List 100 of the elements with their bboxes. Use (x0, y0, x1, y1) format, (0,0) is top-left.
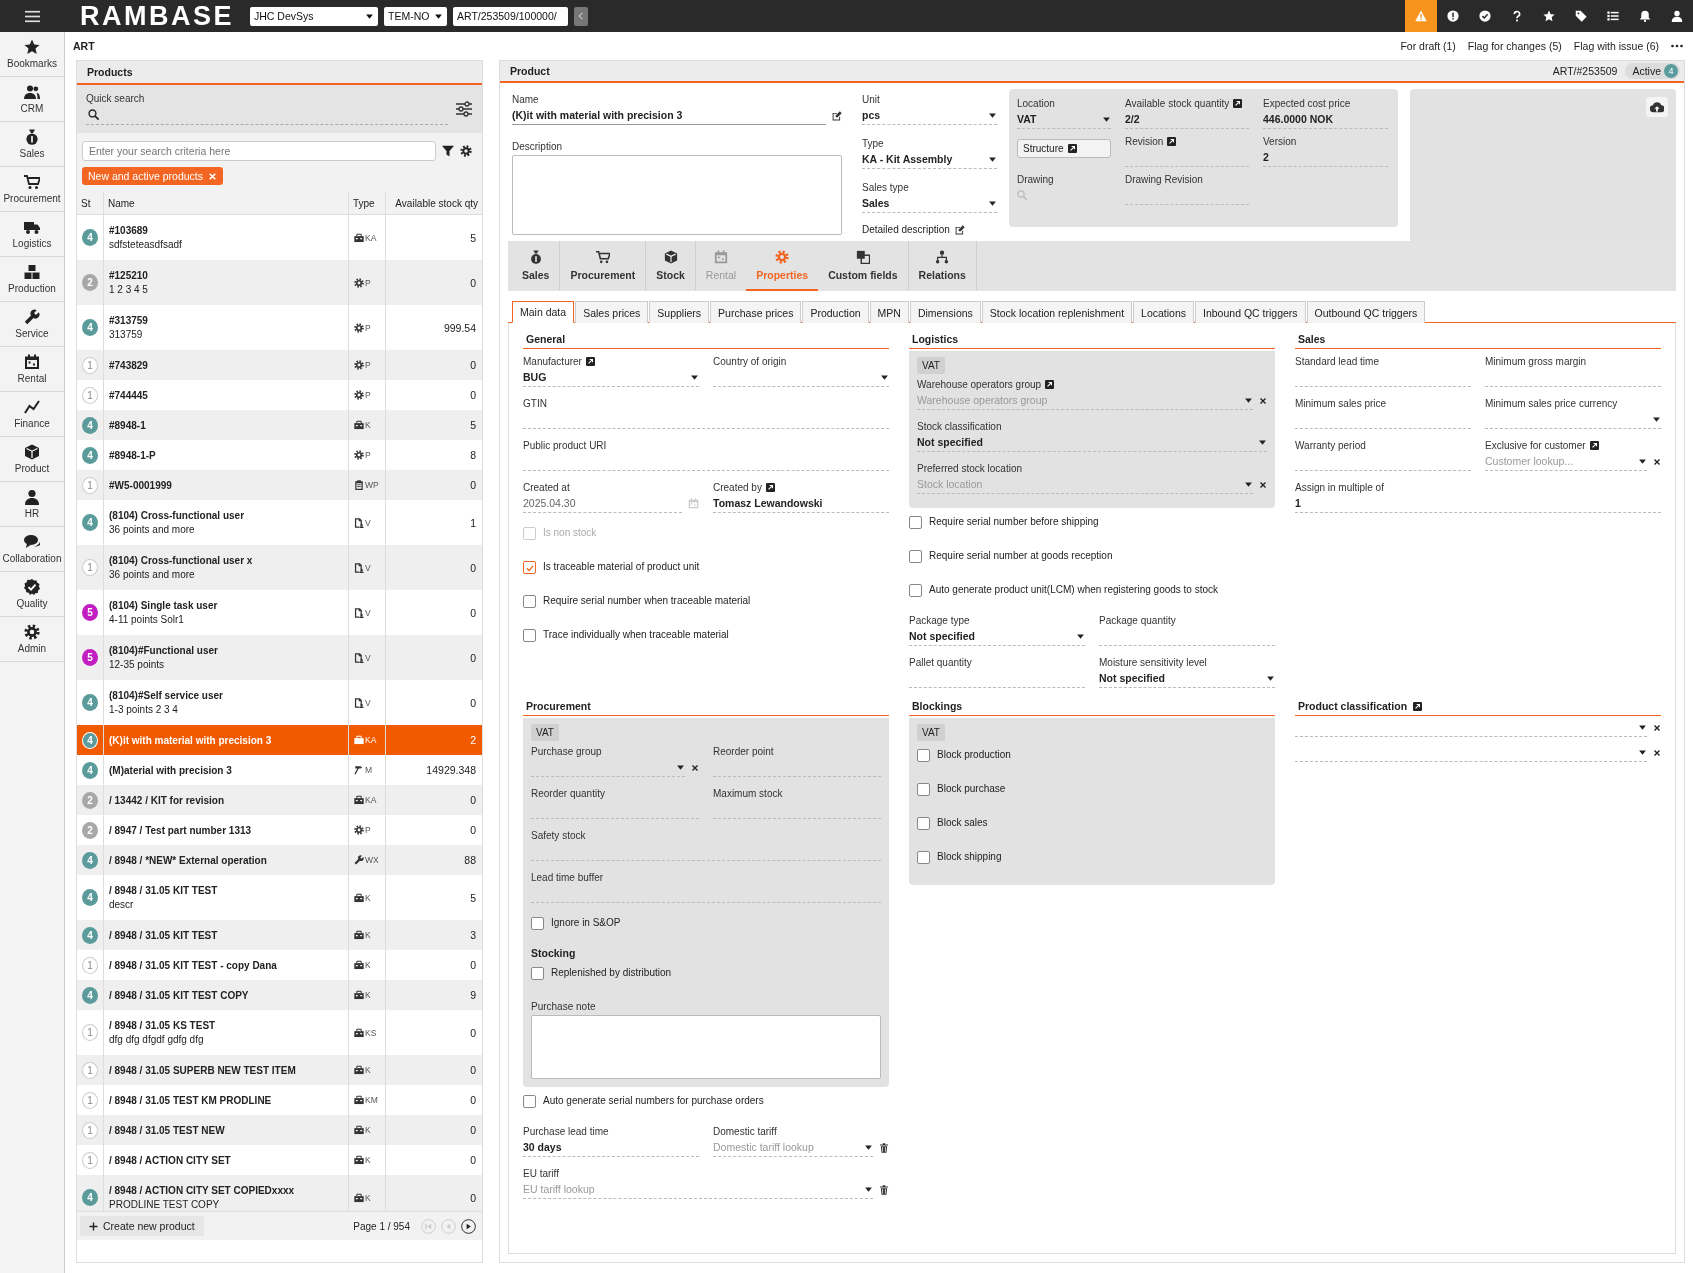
tab[interactable]: Main data (512, 301, 575, 323)
clear-button[interactable] (1653, 457, 1661, 466)
checkbox[interactable] (523, 1095, 536, 1108)
nav-item[interactable]: Production (0, 257, 64, 302)
checkbox[interactable] (917, 749, 930, 762)
column-header[interactable]: Available stock qty (386, 192, 482, 214)
clear-button[interactable] (691, 763, 699, 772)
select-field[interactable]: BUG (523, 368, 699, 387)
tab[interactable]: Inbound QC triggers (1195, 301, 1306, 323)
path-field[interactable]: ART/253509/100000/ (453, 6, 568, 26)
nav-item[interactable]: Logistics (0, 212, 64, 257)
table-row[interactable]: 1 / 8948 / 31.05 TEST NEW K 0 (77, 1115, 482, 1145)
text-field[interactable]: 2 (1263, 148, 1388, 167)
create-button[interactable]: Create new product (80, 1216, 204, 1236)
text-area[interactable] (531, 1015, 881, 1079)
table-row[interactable]: 1 #743829 P 0 (77, 350, 482, 380)
tab[interactable]: Locations (1133, 301, 1194, 323)
tab[interactable]: Dimensions (909, 301, 981, 323)
tab[interactable]: Purchase prices (710, 301, 802, 323)
select-field[interactable]: VAT (1017, 110, 1111, 129)
tab[interactable]: Sales prices (575, 301, 649, 323)
select-field[interactable]: Not specified (917, 433, 1267, 452)
search-field[interactable]: Enter your search criteria here (82, 141, 436, 161)
module-tab[interactable]: Procurement (560, 241, 647, 291)
tab[interactable]: Outbound QC triggers (1306, 301, 1426, 323)
table-row[interactable]: 4 / 8948 / 31.05 KIT TEST K 3 (77, 920, 482, 950)
edit-button[interactable] (832, 110, 842, 121)
nav-item[interactable]: Service (0, 302, 64, 347)
detailed-description-link[interactable]: Detailed description (862, 224, 950, 235)
tab[interactable]: Stock location replenishment (981, 301, 1133, 323)
table-row[interactable]: 4 / 8948 / *NEW* External operation WX 88 (77, 845, 482, 875)
text-field[interactable]: Tomasz Lewandowski (713, 494, 889, 513)
module-tab[interactable]: Custom fields (818, 241, 909, 291)
table-row[interactable]: 5 (8104)#Functional user 12-35 points V 0 (77, 635, 482, 680)
column-header[interactable]: Type (349, 192, 386, 214)
flag-link[interactable]: For draft (1) (1400, 40, 1456, 52)
table-row[interactable]: 2 / 13442 / KIT for revision KA 0 (77, 785, 482, 815)
checkbox[interactable] (917, 817, 930, 830)
text-field[interactable]: 30 days (523, 1138, 699, 1157)
description-field[interactable] (512, 155, 842, 235)
flag-link[interactable]: Flag with issue (6) (1573, 40, 1659, 52)
nav-item[interactable]: Finance (0, 392, 64, 437)
nav-item[interactable]: Collaboration (0, 527, 64, 572)
settings-button[interactable] (460, 145, 472, 157)
column-header[interactable]: Name (104, 192, 349, 214)
nav-item[interactable]: Bookmarks (0, 32, 64, 77)
nav-item[interactable]: CRM (0, 77, 64, 122)
company-select[interactable]: JHC DevSys (250, 6, 378, 26)
select-field[interactable]: Not specified (1099, 669, 1275, 688)
filter-button[interactable] (442, 145, 454, 157)
text-field[interactable]: (K)it with material with precision 3 (512, 106, 826, 125)
tab[interactable]: MPN (869, 301, 909, 323)
date-field[interactable]: 2025.04.30 (523, 494, 682, 513)
select-field[interactable]: Sales (862, 194, 997, 213)
module-tab[interactable]: Sales (512, 241, 561, 291)
clear-button[interactable] (1259, 396, 1267, 405)
nav-item[interactable]: Quality (0, 572, 64, 617)
delete-button[interactable] (879, 1142, 889, 1153)
clear-button[interactable] (1653, 748, 1661, 757)
delete-button[interactable] (879, 1184, 889, 1195)
clear-button[interactable] (1259, 480, 1267, 489)
checkbox[interactable] (909, 550, 922, 563)
checkbox[interactable] (909, 516, 922, 529)
module-tab[interactable]: Relations (908, 241, 977, 291)
pager-button[interactable] (461, 1218, 476, 1234)
text-field[interactable]: 2/2 (1125, 110, 1249, 129)
column-header[interactable]: St (77, 192, 104, 214)
checkbox[interactable] (917, 851, 930, 864)
checkbox[interactable] (909, 584, 922, 597)
select-field[interactable]: Not specified (909, 627, 1085, 646)
select-field[interactable]: pcs (862, 106, 997, 125)
table-row[interactable]: 4 / 8948 / 31.05 KIT TEST COPY K 9 (77, 980, 482, 1010)
nav-item[interactable]: Rental (0, 347, 64, 392)
upload-button[interactable] (1646, 97, 1668, 117)
checkbox[interactable] (523, 595, 536, 608)
checkbox[interactable] (531, 917, 544, 930)
checkbox[interactable] (523, 629, 536, 642)
clear-button[interactable] (1653, 723, 1661, 732)
checkbox[interactable] (531, 967, 544, 980)
nav-item[interactable]: Product (0, 437, 64, 482)
select-field[interactable]: KA - Kit Assembly (862, 150, 997, 169)
nav-item[interactable]: Procurement (0, 167, 64, 212)
region-select[interactable]: TEM-NO (384, 6, 447, 26)
back-button[interactable] (574, 6, 588, 26)
table-row[interactable]: 4 #8948-1 K 5 (77, 410, 482, 440)
table-row[interactable]: 2 #125210 1 2 3 4 5 P 0 (77, 260, 482, 305)
text-field[interactable]: 1 (1295, 494, 1661, 513)
nav-item[interactable]: Admin (0, 617, 64, 662)
tab[interactable]: Production (802, 301, 869, 323)
text-field[interactable]: 446.0000 NOK (1263, 110, 1388, 129)
table-row[interactable]: 4 / 8948 / ACTION CITY SET COPIEDxxxx PRODLINE TEST COPY K 0 (77, 1175, 482, 1211)
nav-item[interactable]: HR (0, 482, 64, 527)
settings-button[interactable] (456, 100, 472, 117)
table-row[interactable]: 1 (8104) Cross-functional user x 36 points and more V 0 (77, 545, 482, 590)
flag-link[interactable]: Flag for changes (5) (1467, 40, 1562, 52)
module-tab[interactable]: Stock (646, 241, 696, 291)
table-row[interactable]: 1 / 8948 / 31.05 SUPERB NEW TEST ITEM K 0 (77, 1055, 482, 1085)
tab[interactable]: Suppliers (649, 301, 710, 323)
table-row[interactable]: 1 #W5-0001999 WP 0 (77, 470, 482, 500)
checkbox[interactable] (917, 783, 930, 796)
